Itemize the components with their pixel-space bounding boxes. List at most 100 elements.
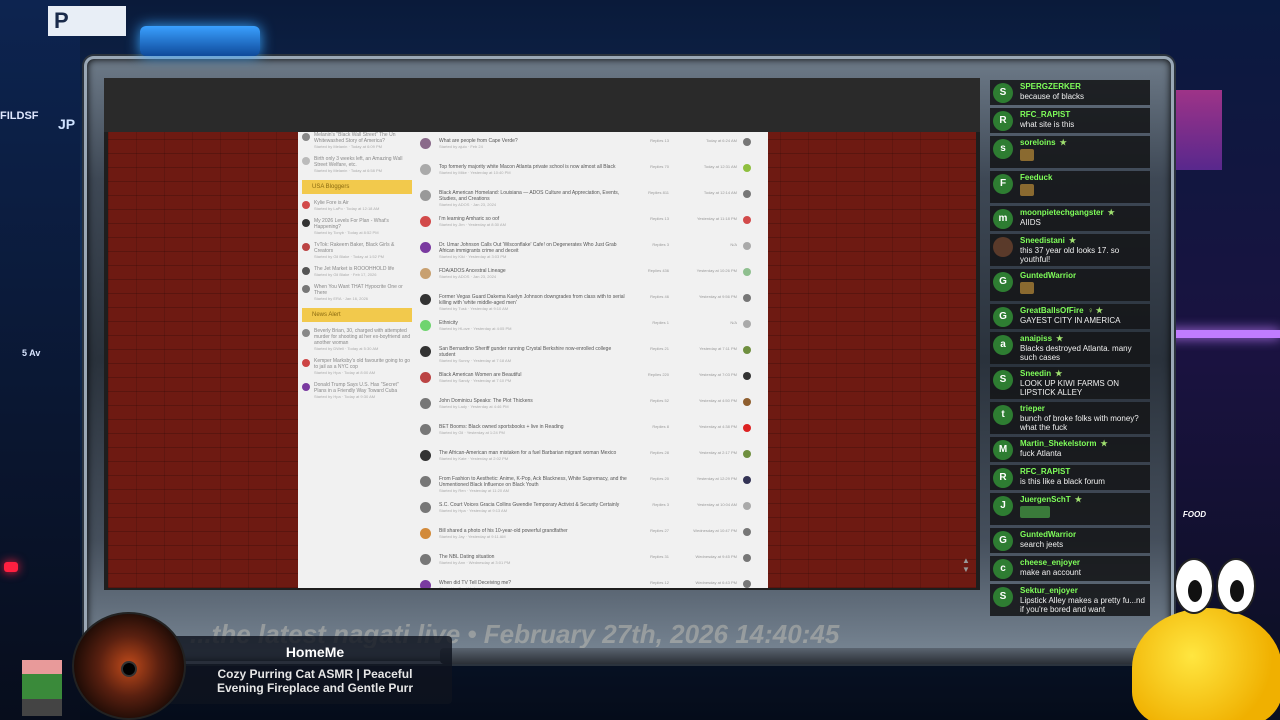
chat-message: R RFC_RAPIST what site is this [990, 108, 1150, 133]
last-poster-avatar [743, 398, 751, 406]
thread-row[interactable]: Black American Women are Beautiful Starte… [420, 372, 760, 395]
chat-username[interactable]: Feeduck [1020, 173, 1147, 183]
chat-username[interactable]: moonpietechgangster ★ [1020, 208, 1147, 218]
avatar: s [993, 139, 1013, 159]
thread-replies: Replies 21 [650, 346, 669, 351]
last-poster-avatar [743, 268, 751, 276]
thread-row[interactable]: S.C. Court Voices Gracia Collins Gwendie… [420, 502, 760, 525]
avatar [420, 554, 431, 565]
chat-text: is this like a black forum [1020, 477, 1105, 486]
thread-replies: Replies 12 [650, 580, 669, 585]
thread-title[interactable]: Former Vegas Guard Dakema Kaelyn Johnson… [439, 294, 629, 306]
avatar: G [993, 531, 1013, 551]
chat-username[interactable]: Sneedistani ★ [1020, 236, 1147, 246]
sidebar-thread-meta: Started by Gil Blake · Today at 1:52 PM [314, 254, 384, 259]
sidebar-thread[interactable]: Melanin's "Black Wall Street" The Un Whi… [302, 132, 412, 150]
chat-username[interactable]: soreloins ★ [1020, 138, 1147, 148]
thread-replies: Replies 3 [652, 502, 669, 507]
forum-thread-list: What are people from Cape Verde? Started … [420, 138, 760, 588]
thread-row[interactable]: What are people from Cape Verde? Started … [420, 138, 760, 161]
thread-meta: Started by Jay · Yesterday at 9:11 AM [439, 534, 506, 539]
chat-username[interactable]: Martin_Shekelstorm ★ [1020, 439, 1147, 449]
chat-username[interactable]: RFC_RAPIST [1020, 467, 1147, 477]
thread-row[interactable]: Dr. Umar Johnson Calls Out 'Wisconflake'… [420, 242, 760, 265]
sidebar-thread[interactable]: The Jet Market is ROOOHHOLD life Started … [302, 266, 412, 278]
chat-username[interactable]: GuntedWarrior [1020, 271, 1147, 281]
thread-replies: Replies 436 [647, 268, 669, 273]
sidebar-thread[interactable]: Kylie Fore is Air Started by LaPo · Today… [302, 200, 412, 212]
sidebar-thread[interactable]: TvTok: Rakeem Baker, Black Girls & Creat… [302, 242, 412, 260]
chat-username[interactable]: SPERGZERKER [1020, 82, 1147, 92]
sidebar-thread[interactable]: Kemper Marksby's old favourite going to … [302, 358, 412, 376]
thread-replies: Replies 28 [650, 450, 669, 455]
thread-meta: Started by Ann · Wednesday at 3:01 PM [439, 560, 511, 565]
mascot-character [1126, 550, 1280, 720]
sidebar-thread[interactable]: My 2026 Levels For Plan - What's Happeni… [302, 218, 412, 236]
now-playing-album-art [72, 612, 186, 720]
avatar: M [993, 440, 1013, 460]
thread-row[interactable]: Top formerly majority white Macon Atlant… [420, 164, 760, 187]
thread-row[interactable]: San Bernardino Sheriff gunder running Cr… [420, 346, 760, 369]
avatar: S [993, 587, 1013, 607]
avatar [420, 138, 431, 149]
star-badge-icon: ★ [1059, 138, 1067, 147]
forum-page[interactable]: Melanin's "Black Wall Street" The Un Whi… [298, 132, 768, 588]
chat-username[interactable]: GreatBallsOfFire ♀ ★ [1020, 306, 1147, 316]
neon-sign-p: P [48, 6, 126, 36]
sidebar-thread-title: Melanin's "Black Wall Street" The Un Whi… [314, 132, 396, 144]
chat-message: M Martin_Shekelstorm ★ fuck Atlanta [990, 437, 1150, 462]
thread-row[interactable]: When did TV Tell Deceiving me?Started by… [420, 580, 760, 588]
avatar: F [993, 174, 1013, 194]
chat-username[interactable]: trieper [1020, 404, 1147, 414]
sidebar-thread[interactable]: Birth only 3 weeks left, an Amazing Wall… [302, 156, 412, 174]
thread-title[interactable]: Dr. Umar Johnson Calls Out 'Wisconflake'… [439, 242, 629, 254]
thread-row[interactable]: The African-American man mistaken for a … [420, 450, 760, 473]
chat-username[interactable]: Sneedin ★ [1020, 369, 1147, 379]
chat-username[interactable]: JuergenSchT ★ [1020, 495, 1147, 505]
neon-sign-fild: FILDSF [0, 110, 39, 122]
scroll-arrows-icon[interactable]: ▲ ▼ [962, 556, 970, 574]
thread-meta: Started by Kiki · Yesterday at 3:03 PM [439, 254, 507, 259]
category-header[interactable]: USA Bloggers [302, 180, 412, 194]
sidebar-thread[interactable]: Beverly Brian, 30, charged with attempte… [302, 328, 412, 352]
thread-title[interactable]: Black American Homeland: Louisiana — ADO… [439, 190, 629, 202]
sidebar-thread[interactable]: Donald Trump Says U.S. Has "Secret" Plan… [302, 382, 412, 400]
thread-row[interactable]: John Dominicu Speaks: The Plot Thickens S… [420, 398, 760, 421]
avatar [302, 201, 310, 209]
thread-last-post: Yesterday at 12:29 PM [696, 476, 737, 481]
thread-row[interactable]: Ethnicity Started by HLove · Yesterday at… [420, 320, 760, 343]
last-poster-avatar [743, 320, 751, 328]
thread-last-post: Wednesday at 6:43 PM [695, 580, 737, 585]
thread-row[interactable]: Black American Homeland: Louisiana — ADO… [420, 190, 760, 213]
thread-meta: Started by HLove · Yesterday at 4:05 PM [439, 326, 512, 331]
now-playing-title-line1: Cozy Purring Cat ASMR | Peaceful [217, 667, 413, 681]
last-poster-avatar [743, 346, 751, 354]
chat-username[interactable]: GuntedWarrior [1020, 530, 1147, 540]
thread-row[interactable]: Former Vegas Guard Dakema Kaelyn Johnson… [420, 294, 760, 317]
chat-username[interactable]: RFC_RAPIST [1020, 110, 1147, 120]
thread-row[interactable]: From Fashion to Aesthetic: Anime, K-Pop,… [420, 476, 760, 499]
avatar: G [993, 272, 1013, 292]
thread-row[interactable]: BET Booms: Black owned sportsbooks + liv… [420, 424, 760, 447]
chat-message: t trieper bunch of broke folks with money?… [990, 402, 1150, 434]
avatar [420, 372, 431, 383]
sidebar-thread-title: When You Want THAT Hypocrite One or Ther… [314, 284, 403, 296]
thread-title[interactable]: San Bernardino Sheriff gunder running Cr… [439, 346, 629, 358]
chat-text: bunch of broke folks with money? what th… [1020, 414, 1139, 432]
star-badge-icon: ♀ ★ [1087, 306, 1103, 315]
thread-row[interactable]: The NBL Dating situation Started by Ann ·… [420, 554, 760, 577]
chat-username[interactable]: anaipiss ★ [1020, 334, 1147, 344]
frame-bottom-rail [440, 648, 1160, 664]
thread-replies: Replies 46 [650, 294, 669, 299]
thread-row[interactable]: Bill shared a photo of his 10-year-old p… [420, 528, 760, 551]
category-header[interactable]: News Alert [302, 308, 412, 322]
avatar: S [993, 370, 1013, 390]
thread-title[interactable]: From Fashion to Aesthetic: Anime, K-Pop,… [439, 476, 629, 488]
thread-row[interactable]: I'm learning Amharic so oof Started by Ji… [420, 216, 760, 239]
chat-text: because of blacks [1020, 92, 1085, 101]
chat-text: this 37 year old looks 17. so youthful! [1020, 246, 1120, 264]
sidebar-thread[interactable]: When You Want THAT Hypocrite One or Ther… [302, 284, 412, 302]
thread-row[interactable]: FDA/ADOS Ancestral Lineage Started by ADO… [420, 268, 760, 291]
pixel-character [22, 660, 62, 716]
chat-message: s soreloins ★ [990, 136, 1150, 168]
